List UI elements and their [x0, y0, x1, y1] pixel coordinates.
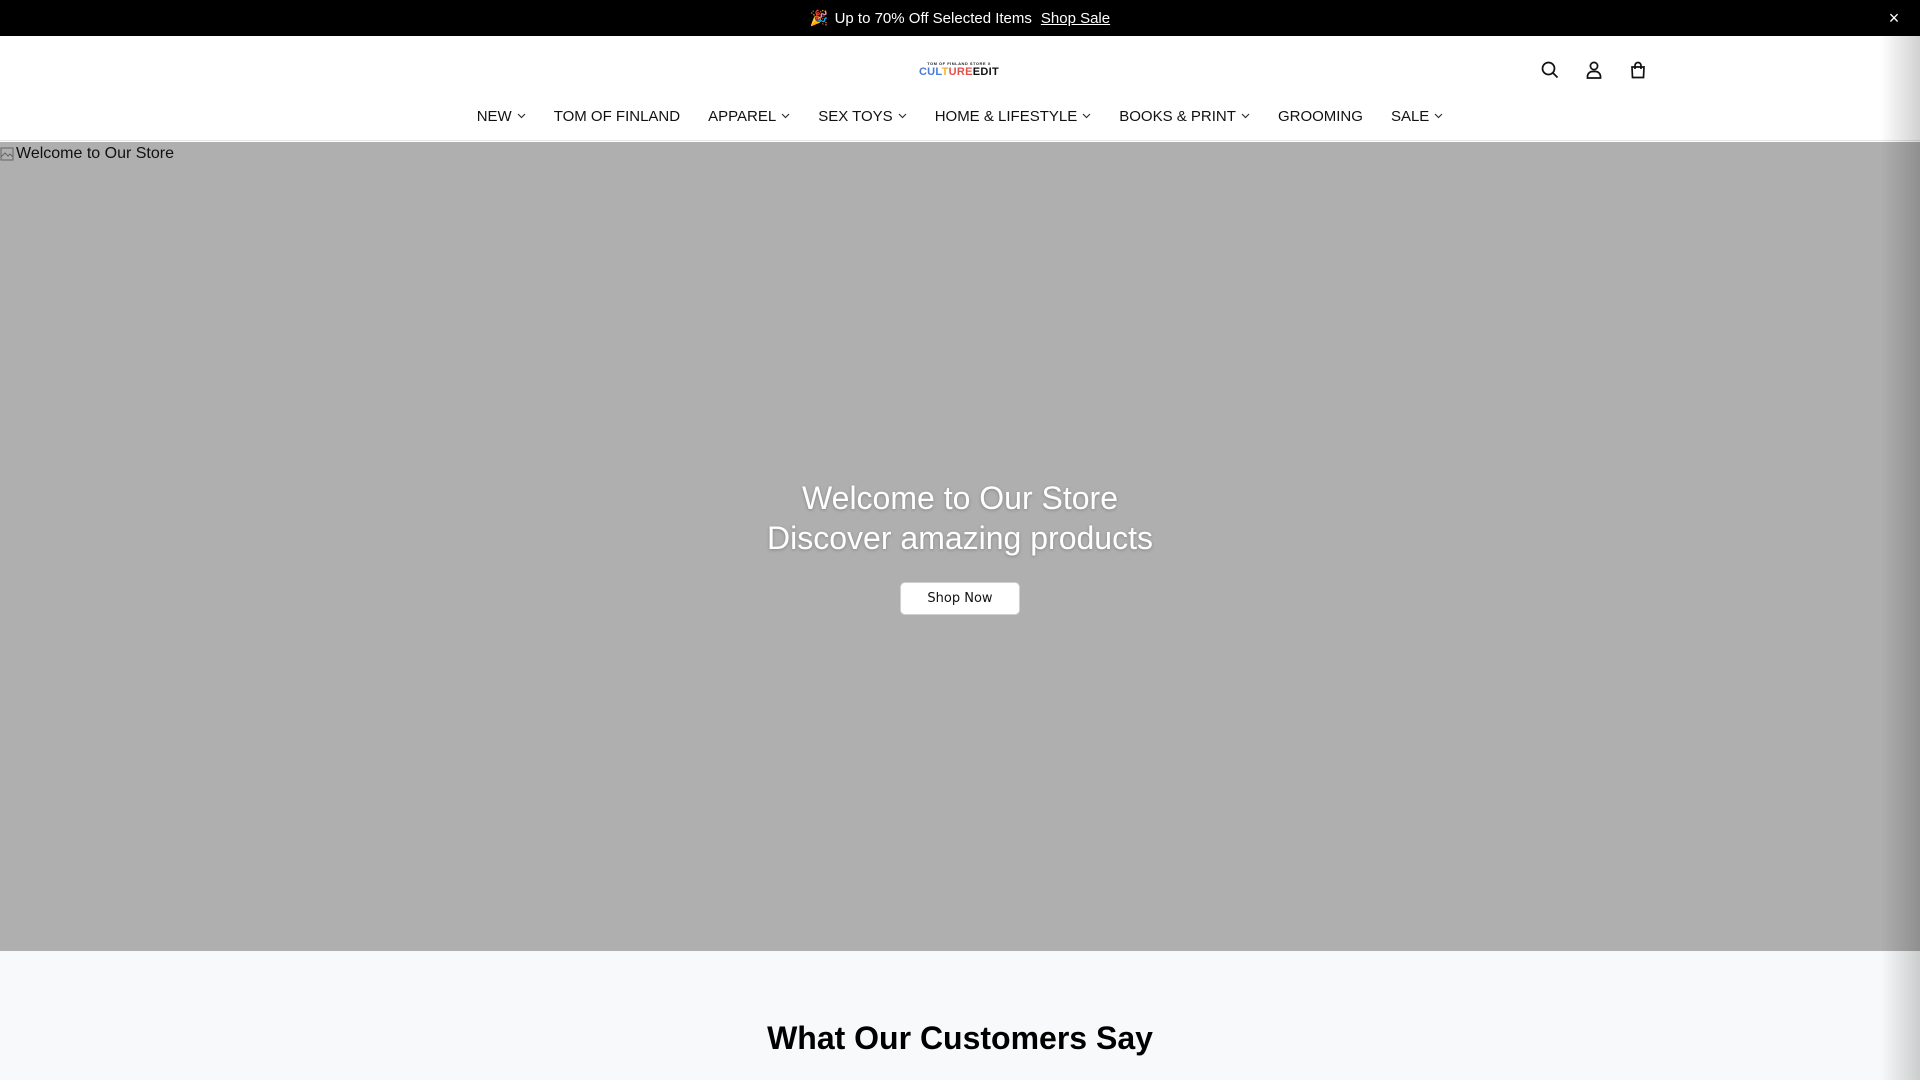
nav-item-label: BOOKS & PRINT [1119, 107, 1236, 125]
chevron-down-icon [1082, 113, 1091, 119]
party-emoji-icon: 🎉 [809, 10, 829, 27]
search-button[interactable] [1533, 56, 1567, 84]
chevron-down-icon [1241, 113, 1250, 119]
nav-item-label: HOME & LIFESTYLE [934, 107, 1078, 125]
logo-wordmark: CULTUREEDIT [919, 66, 999, 78]
hero-title: Welcome to Our Store [802, 480, 1118, 516]
header-actions [1533, 56, 1665, 84]
shop-sale-link[interactable]: Shop Sale [1041, 10, 1110, 27]
nav-item-books-print[interactable]: BOOKS & PRINT [1119, 108, 1250, 125]
account-icon [1586, 61, 1602, 79]
shop-now-button[interactable]: Shop Now [900, 582, 1020, 615]
nav-item-tom-of-finland[interactable]: TOM OF FINLAND [554, 108, 680, 125]
site-logo[interactable]: TOM OF FINLAND STORE X CULTUREEDIT [919, 58, 999, 80]
nav-item-new[interactable]: NEW [477, 108, 526, 125]
hero-image-alt-text: Welcome to Our Store [16, 145, 174, 162]
hero-image-broken: Welcome to Our Store [0, 145, 174, 163]
hero-subtitle: Discover amazing products [767, 520, 1153, 556]
nav-item-label: TOM OF FINLAND [553, 107, 681, 125]
hero-banner: Welcome to Our Store Welcome to Our Stor… [0, 142, 1920, 951]
testimonials-section: What Our Customers Say [0, 951, 1920, 1080]
logo-word-part: URE [948, 65, 973, 78]
announcement-text: Up to 70% Off Selected Items [834, 9, 1032, 27]
nav-item-sex-toys[interactable]: SEX TOYS [818, 107, 907, 125]
site-header: TOM OF FINLAND STORE X CULTUREEDIT NEW T… [0, 36, 1920, 141]
testimonials-heading: What Our Customers Say [767, 1020, 1153, 1056]
nav-item-label: GROOMING [1277, 107, 1363, 125]
nav-item-sale[interactable]: SALE [1391, 108, 1443, 125]
search-icon [1541, 61, 1559, 79]
nav-item-label: NEW [476, 107, 512, 125]
chevron-down-icon [1434, 113, 1443, 119]
nav-item-label: SALE [1390, 107, 1430, 125]
chevron-down-icon [781, 113, 790, 119]
main-nav: NEW TOM OF FINLAND APPAREL SEX TOYS HOME… [0, 103, 1920, 129]
logo-word-part: EDIT [972, 65, 1000, 78]
nav-item-home-lifestyle[interactable]: HOME & LIFESTYLE [935, 108, 1092, 125]
nav-item-label: SEX TOYS [818, 107, 893, 125]
nav-item-label: APPAREL [708, 107, 777, 125]
hero-heading: Welcome to Our Store Discover amazing pr… [0, 478, 1920, 558]
chevron-down-icon [898, 113, 907, 119]
account-button[interactable] [1577, 56, 1611, 84]
close-icon[interactable]: × [1882, 0, 1906, 36]
nav-item-grooming[interactable]: GROOMING [1278, 108, 1363, 125]
broken-image-icon [0, 147, 14, 161]
page: 🎉 Up to 70% Off Selected Items Shop Sale… [0, 0, 1920, 1080]
nav-item-apparel[interactable]: APPAREL [708, 108, 790, 125]
cart-icon [1631, 61, 1645, 79]
chevron-down-icon [517, 113, 526, 119]
announcement-bar: 🎉 Up to 70% Off Selected Items Shop Sale… [0, 0, 1920, 36]
cart-button[interactable] [1621, 56, 1655, 84]
logo-word-part: CUL [918, 65, 942, 78]
logo-word-part: T [941, 65, 949, 78]
